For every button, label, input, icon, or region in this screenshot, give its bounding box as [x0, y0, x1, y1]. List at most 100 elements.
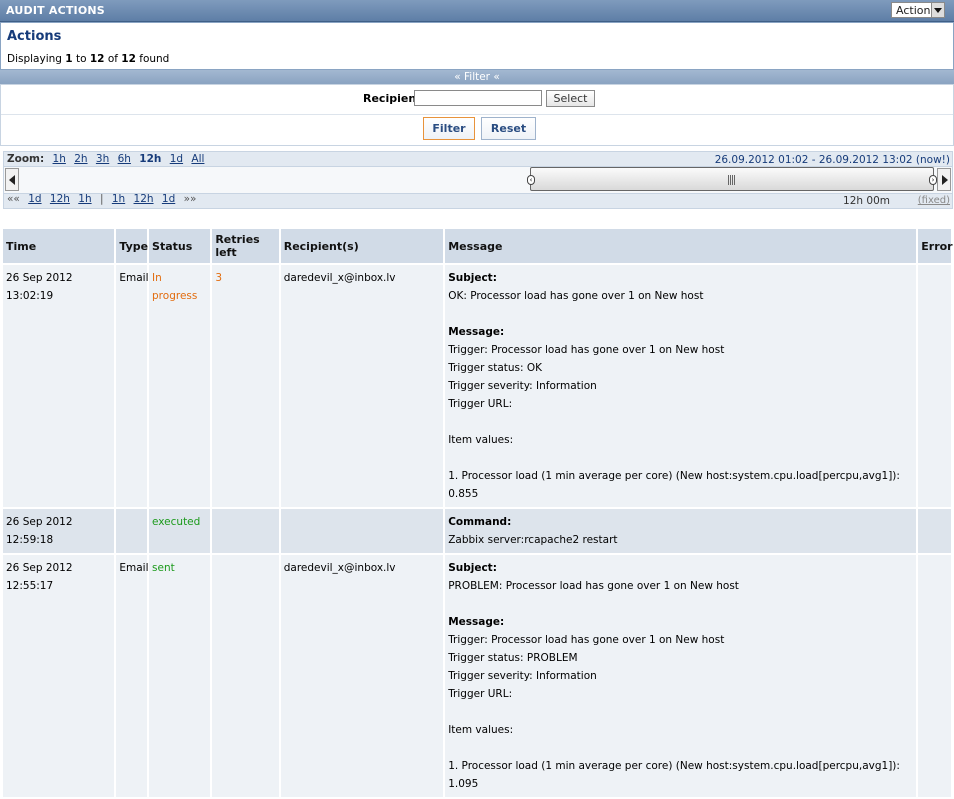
nav-right-symbol: »» — [183, 193, 197, 205]
column-header-time[interactable]: Time — [3, 229, 115, 263]
actions-summary-box: Actions Displaying 1 to 12 of 12 found — [0, 22, 954, 70]
cell-message: Subject: PROBLEM: Processor load has gone… — [445, 555, 917, 797]
column-header-status[interactable]: Status — [149, 229, 211, 263]
right-handle-icon[interactable]: › — [929, 175, 937, 185]
cell-error — [918, 265, 951, 507]
period-slider[interactable]: ‹ › — [527, 167, 937, 191]
displaying-count: Displaying 1 to 12 of 12 found — [7, 53, 169, 65]
zoom-3h[interactable]: 3h — [96, 153, 109, 165]
nav-fwd-1d[interactable]: 1d — [162, 193, 175, 205]
page-title: AUDIT ACTIONS — [6, 4, 105, 17]
select-button[interactable]: Select — [546, 90, 595, 107]
message-line: Item values: — [448, 434, 514, 446]
message-line: 1. Processor load (1 min average per cor… — [448, 760, 900, 790]
message-line: OK: Processor load has gone over 1 on Ne… — [448, 290, 704, 302]
zoom-6h[interactable]: 6h — [118, 153, 131, 165]
zoom-1d[interactable]: 1d — [170, 153, 183, 165]
table-header-row: Time Type Status Retries left Recipient(… — [3, 229, 953, 263]
filter-button[interactable]: Filter — [423, 117, 475, 140]
nav-fwd-1h[interactable]: 1h — [112, 193, 125, 205]
cell-recipient — [280, 509, 444, 553]
cell-recipient: daredevil_x@inbox.lv — [280, 555, 444, 797]
displaying-suffix: found — [139, 53, 170, 65]
zoom-controls: Zoom: 1h 2h 3h 6h 12h 1d All — [7, 153, 204, 165]
page-header-bar: AUDIT ACTIONS Actions — [0, 0, 954, 22]
period-navigation: «« 1d 12h 1h | 1h 12h 1d »» — [7, 193, 196, 205]
chevron-left-icon[interactable] — [5, 168, 19, 191]
cell-retries — [212, 509, 279, 553]
actions-select[interactable]: Actions — [891, 2, 945, 18]
nav-back-12h[interactable]: 12h — [50, 193, 70, 205]
nav-back-1d[interactable]: 1d — [28, 193, 41, 205]
message-line: Trigger severity: Information — [448, 380, 597, 392]
nav-back-1h[interactable]: 1h — [78, 193, 91, 205]
message-line: Trigger: Processor load has gone over 1 … — [448, 634, 725, 646]
displaying-from: 1 — [65, 53, 73, 65]
message-line — [448, 305, 913, 323]
left-handle-icon[interactable]: ‹ — [527, 175, 535, 185]
message-line — [448, 703, 913, 721]
message-line: Trigger severity: Information — [448, 670, 597, 682]
recipient-label: Recipient — [363, 92, 422, 105]
filter-panel: Recipient Select Filter Reset — [0, 84, 954, 146]
section-heading: Actions — [7, 29, 62, 44]
chevron-down-icon[interactable] — [931, 3, 944, 17]
zoom-label: Zoom: — [7, 153, 45, 165]
message-line: Zabbix server:rcapache2 restart — [448, 534, 618, 546]
period-duration: 12h 00m — [843, 195, 890, 207]
zoom-1h[interactable]: 1h — [53, 153, 66, 165]
cell-retries — [212, 555, 279, 797]
message-line — [448, 739, 913, 757]
message-section-label: Message: — [448, 326, 505, 338]
displaying-to: 12 — [89, 53, 105, 65]
message-line: Trigger URL: — [448, 688, 513, 700]
chevron-right-icon[interactable] — [937, 168, 951, 191]
message-line: Trigger: Processor load has gone over 1 … — [448, 344, 725, 356]
column-header-message[interactable]: Message — [445, 229, 917, 263]
cell-type: Email — [116, 265, 149, 507]
displaying-prefix: Displaying — [7, 53, 62, 65]
message-section-label: Subject: — [448, 272, 497, 284]
cell-status: sent — [149, 555, 211, 797]
column-header-error[interactable]: Error — [918, 229, 953, 263]
cell-time: 26 Sep 2012 12:59:18 — [3, 509, 115, 553]
cell-retries: 3 — [212, 265, 279, 507]
nav-separator: | — [99, 193, 104, 205]
cell-type: Email — [116, 555, 149, 797]
fixed-toggle[interactable]: (fixed) — [918, 195, 950, 206]
scrollbar-track[interactable]: ‹ › — [4, 166, 952, 194]
displaying-of-word: of — [107, 53, 118, 65]
cell-status: In progress — [149, 265, 211, 507]
message-section-label: Subject: — [448, 562, 497, 574]
zoom-2h[interactable]: 2h — [74, 153, 87, 165]
column-header-type[interactable]: Type — [116, 229, 148, 263]
column-header-recipients[interactable]: Recipient(s) — [280, 229, 444, 263]
filter-divider — [1, 114, 953, 115]
cell-status: executed — [149, 509, 211, 553]
grip-icon[interactable] — [728, 175, 736, 185]
cell-time: 26 Sep 2012 12:55:17 — [3, 555, 115, 797]
time-scrollbar: Zoom: 1h 2h 3h 6h 12h 1d All 26.09.2012 … — [3, 151, 953, 209]
cell-message: Subject: OK: Processor load has gone over… — [445, 265, 917, 507]
recipient-input[interactable] — [414, 90, 542, 106]
message-line — [448, 413, 913, 431]
message-line: Trigger status: PROBLEM — [448, 652, 578, 664]
zoom-12h[interactable]: 12h — [139, 153, 161, 165]
period-range: 26.09.2012 01:02 - 26.09.2012 13:02 (now… — [714, 154, 950, 166]
audit-actions-table: Time Type Status Retries left Recipient(… — [1, 227, 953, 799]
table-row: 26 Sep 2012 13:02:19 Email In progress 3 dar… — [3, 265, 951, 507]
reset-button[interactable]: Reset — [481, 117, 536, 140]
message-line: PROBLEM: Processor load has gone over 1 … — [448, 580, 739, 592]
table-row: 26 Sep 2012 12:55:17 Email sent daredevil_x… — [3, 555, 951, 797]
column-header-retries[interactable]: Retries left — [212, 229, 279, 263]
displaying-to-word: to — [75, 53, 87, 65]
filter-toggle-bar[interactable]: « Filter « — [0, 70, 954, 84]
message-line: Trigger status: OK — [448, 362, 543, 374]
message-section-label: Command: — [448, 516, 512, 528]
message-line — [448, 595, 913, 613]
zoom-all[interactable]: All — [191, 153, 204, 165]
nav-fwd-12h[interactable]: 12h — [134, 193, 154, 205]
cell-error — [918, 555, 951, 797]
cell-recipient: daredevil_x@inbox.lv — [280, 265, 444, 507]
message-line: Trigger URL: — [448, 398, 513, 410]
